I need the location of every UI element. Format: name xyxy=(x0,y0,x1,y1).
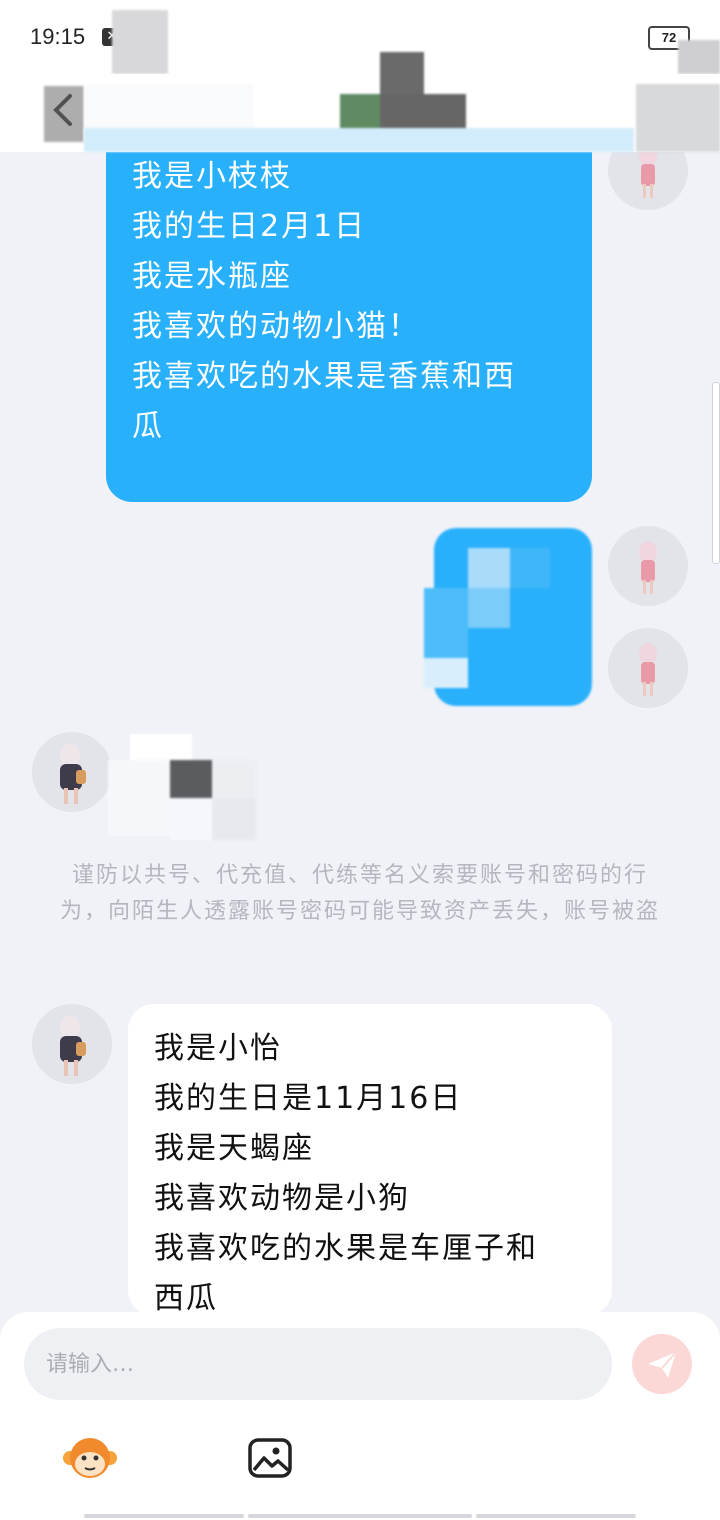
image-icon[interactable] xyxy=(248,1438,292,1478)
status-bar: 19:15 ✕ 72 xyxy=(0,0,720,74)
contact-avatar[interactable] xyxy=(32,1004,112,1084)
character-avatar-icon xyxy=(60,1016,86,1076)
nav-bar xyxy=(0,52,720,152)
sent-message-bubble[interactable]: 我是小枝枝 我的生日2月1日 我是水瓶座 我喜欢的动物小猫！ 我喜欢吃的水果是香… xyxy=(106,120,592,502)
blurred-image-message[interactable] xyxy=(424,528,594,706)
send-button[interactable] xyxy=(632,1334,692,1394)
blurred-region xyxy=(678,40,720,74)
message-line: 我喜欢吃的水果是车厘子和 xyxy=(154,1231,538,1266)
message-line: 我是水瓶座 xyxy=(132,259,292,294)
message-line: 我喜欢吃的水果是香蕉和西 xyxy=(132,359,516,394)
monkey-emoji-icon[interactable] xyxy=(62,1436,118,1480)
received-message-bubble[interactable]: 我是小怡 我的生日是11月16日 我是天蝎座 我喜欢动物是小狗 我喜欢吃的水果是… xyxy=(128,1004,612,1316)
message-line: 瓜 xyxy=(132,409,164,444)
blurred-region xyxy=(84,128,634,152)
character-avatar-icon xyxy=(60,744,86,804)
status-time: 19:15 xyxy=(30,24,86,49)
home-indicator xyxy=(84,1514,244,1518)
composer-panel xyxy=(0,1312,720,1520)
blurred-sticker-message[interactable] xyxy=(108,724,256,846)
security-notice: 谨防以共号、代充值、代练等名义索要账号和密码的行为，向陌生人透露账号密码可能导致… xyxy=(60,863,661,924)
paper-plane-icon xyxy=(648,1351,677,1378)
blurred-region xyxy=(44,86,84,142)
home-indicator xyxy=(476,1514,636,1518)
self-avatar[interactable] xyxy=(608,526,688,606)
message-line: 我是天蝎座 xyxy=(154,1131,314,1166)
message-input[interactable] xyxy=(24,1328,612,1400)
message-line: 我喜欢动物是小狗 xyxy=(154,1181,410,1216)
self-avatar[interactable] xyxy=(608,628,688,708)
blurred-region xyxy=(112,10,168,74)
contact-avatar[interactable] xyxy=(32,732,112,812)
character-avatar-icon xyxy=(639,643,657,696)
character-avatar-icon xyxy=(639,541,657,594)
scrollbar[interactable] xyxy=(712,382,720,564)
blurred-region xyxy=(636,84,720,152)
chat-area: 我是小枝枝 我的生日2月1日 我是水瓶座 我喜欢的动物小猫！ 我喜欢吃的水果是香… xyxy=(0,0,720,1520)
message-line: 我是小枝枝 xyxy=(132,159,292,194)
message-line: 我的生日是11月16日 xyxy=(154,1081,463,1116)
message-line: 我是小怡 xyxy=(154,1031,282,1066)
home-indicator xyxy=(248,1514,472,1518)
message-line: 我的生日2月1日 xyxy=(132,209,367,244)
message-line: 我喜欢的动物小猫！ xyxy=(132,309,420,344)
